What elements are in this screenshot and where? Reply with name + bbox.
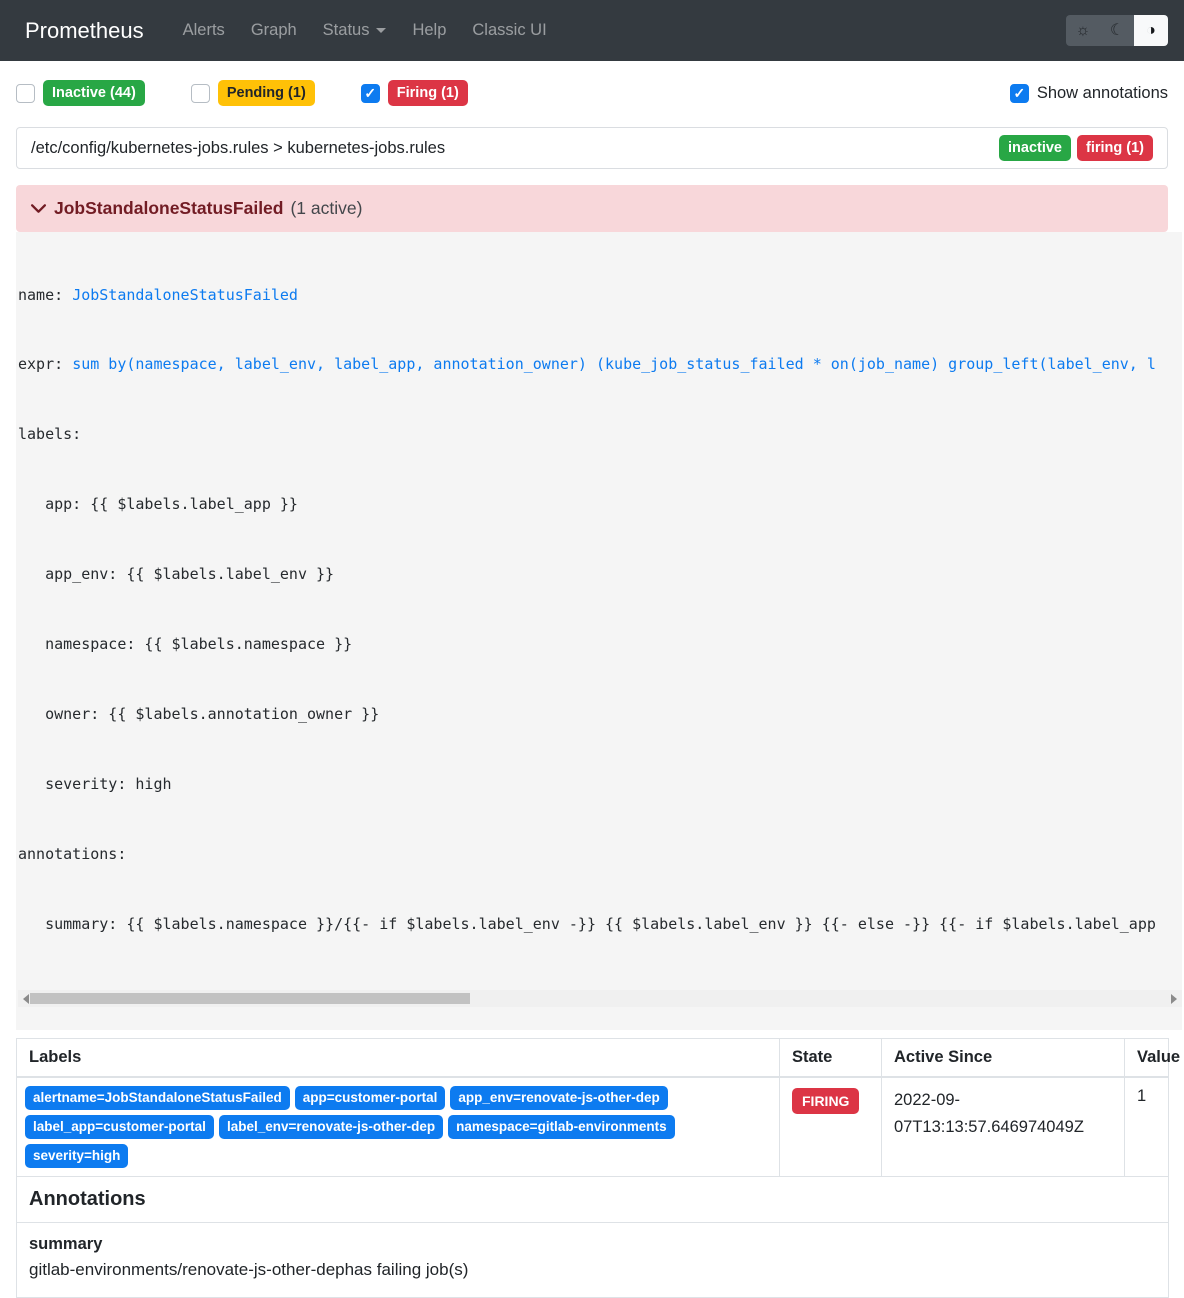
filter-group-pending: Pending (1) xyxy=(191,80,315,106)
nav-item-alerts[interactable]: Alerts xyxy=(170,13,238,48)
caret-down-icon xyxy=(376,28,386,33)
code-line: labels: xyxy=(18,423,1182,446)
code-line: owner: {{ $labels.annotation_owner }} xyxy=(18,703,1182,726)
active-since-column-header: Active Since xyxy=(882,1038,1125,1077)
show-annotations-label[interactable]: Show annotations xyxy=(1037,84,1168,103)
label-badge: severity=high xyxy=(25,1144,128,1168)
filter-group-inactive: Inactive (44) xyxy=(16,80,145,106)
nav-links: Alerts Graph Status Help Classic UI xyxy=(170,13,560,48)
theme-toggle-group: ☼ ☾ ◑ xyxy=(1066,15,1168,46)
inactive-checkbox[interactable] xyxy=(16,84,35,103)
label-badge: label_app=customer-portal xyxy=(25,1115,214,1139)
nav-item-graph[interactable]: Graph xyxy=(238,13,310,48)
nav-item-help[interactable]: Help xyxy=(399,13,459,48)
code-line: severity: high xyxy=(18,773,1182,796)
state-column-header: State xyxy=(780,1038,882,1077)
scroll-right-arrow-icon[interactable] xyxy=(1171,994,1177,1004)
label-badges: alertname=JobStandaloneStatusFailed app=… xyxy=(25,1086,771,1169)
inactive-filter-badge[interactable]: Inactive (44) xyxy=(43,80,145,106)
scrollbar-thumb[interactable] xyxy=(30,993,470,1004)
nav-item-classic-ui[interactable]: Classic UI xyxy=(459,13,559,48)
labels-column-header: Labels xyxy=(17,1038,780,1077)
moon-icon: ☾ xyxy=(1110,22,1124,39)
scroll-left-arrow-icon[interactable] xyxy=(23,994,29,1004)
filter-bar: Inactive (44) Pending (1) ✓ Firing (1) ✓… xyxy=(16,75,1168,111)
annotation-name: summary xyxy=(29,1231,1156,1257)
active-since-cell: 2022-09-07T13:13:57.646974049Z xyxy=(882,1077,1125,1177)
show-annotations-checkbox[interactable]: ✓ xyxy=(1010,84,1029,103)
code-line: app: {{ $labels.label_app }} xyxy=(18,493,1182,516)
label-badge: label_env=renovate-js-other-dep xyxy=(219,1115,443,1139)
annotations-title: Annotations xyxy=(17,1177,1169,1223)
rule-group-card: /etc/config/kubernetes-jobs.rules > kube… xyxy=(16,127,1168,169)
theme-light-button[interactable]: ☼ xyxy=(1066,15,1100,46)
nav-item-status-dropdown[interactable]: Status xyxy=(310,13,400,48)
code-line: summary: {{ $labels.namespace }}/{{- if … xyxy=(18,913,1182,936)
sun-icon: ☼ xyxy=(1076,22,1091,39)
filter-group-firing: ✓ Firing (1) xyxy=(361,80,468,106)
firing-state-badge: FIRING xyxy=(792,1088,859,1114)
labels-cell: alertname=JobStandaloneStatusFailed app=… xyxy=(17,1077,780,1177)
annotations-body-row: summary gitlab-environments/renovate-js-… xyxy=(17,1223,1169,1298)
rule-expr-link[interactable]: sum by(namespace, label_env, label_app, … xyxy=(72,355,1156,373)
label-badge: app=customer-portal xyxy=(295,1086,446,1110)
annotation-value: gitlab-environments/renovate-js-other-de… xyxy=(29,1257,1156,1283)
code-line: namespace: {{ $labels.namespace }} xyxy=(18,633,1182,656)
alert-accordion-header[interactable]: JobStandaloneStatusFailed (1 active) xyxy=(16,185,1168,232)
horizontal-scrollbar[interactable] xyxy=(18,990,1182,1007)
check-icon: ✓ xyxy=(364,86,376,100)
theme-dark-button[interactable]: ☾ xyxy=(1100,15,1134,46)
value-column-header: Value xyxy=(1125,1038,1169,1077)
code-line: name: JobStandaloneStatusFailed xyxy=(18,284,1182,307)
alert-row: alertname=JobStandaloneStatusFailed app=… xyxy=(17,1077,1169,1177)
alerts-table: Labels State Active Since Value alertnam… xyxy=(16,1038,1169,1298)
alert-active-count: (1 active) xyxy=(290,198,362,219)
show-annotations-group: ✓ Show annotations xyxy=(1010,84,1168,103)
rule-definition: name: JobStandaloneStatusFailed expr: su… xyxy=(16,232,1182,1030)
annotation-item: summary gitlab-environments/renovate-js-… xyxy=(17,1223,1169,1298)
value-cell: 1 xyxy=(1125,1077,1169,1177)
annotations-header-row: Annotations xyxy=(17,1177,1169,1223)
firing-checkbox[interactable]: ✓ xyxy=(361,84,380,103)
state-cell: FIRING xyxy=(780,1077,882,1177)
label-badge: app_env=renovate-js-other-dep xyxy=(450,1086,667,1110)
theme-auto-button[interactable]: ◑ xyxy=(1134,15,1168,46)
label-badge: namespace=gitlab-environments xyxy=(448,1115,674,1139)
brand-link[interactable]: Prometheus xyxy=(25,18,144,44)
circle-half-icon: ◑ xyxy=(1146,22,1156,39)
alert-name: JobStandaloneStatusFailed xyxy=(54,198,283,219)
code-line: annotations: xyxy=(18,843,1182,866)
rule-group-inactive-badge: inactive xyxy=(999,135,1071,161)
pending-checkbox[interactable] xyxy=(191,84,210,103)
code-line: expr: sum by(namespace, label_env, label… xyxy=(18,353,1182,376)
pending-filter-badge[interactable]: Pending (1) xyxy=(218,80,315,106)
firing-filter-badge[interactable]: Firing (1) xyxy=(388,80,468,106)
rule-name-link[interactable]: JobStandaloneStatusFailed xyxy=(72,286,298,304)
code-line: app_env: {{ $labels.label_env }} xyxy=(18,563,1182,586)
chevron-down-icon xyxy=(30,200,47,217)
rule-group-title: /etc/config/kubernetes-jobs.rules > kube… xyxy=(31,139,445,158)
table-header-row: Labels State Active Since Value xyxy=(17,1038,1169,1077)
navbar: Prometheus Alerts Graph Status Help Clas… xyxy=(0,0,1184,61)
check-icon: ✓ xyxy=(1013,86,1025,100)
label-badge: alertname=JobStandaloneStatusFailed xyxy=(25,1086,290,1110)
rule-group-badges: inactive firing (1) xyxy=(999,135,1153,161)
rule-group-firing-badge: firing (1) xyxy=(1077,135,1153,161)
